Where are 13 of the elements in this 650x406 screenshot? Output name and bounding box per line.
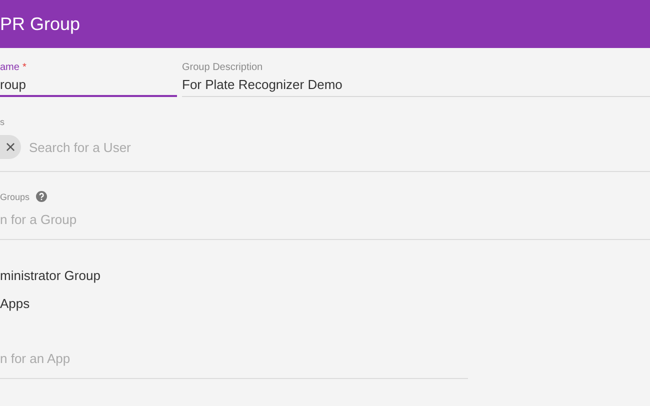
list-item[interactable]: ministrator Group bbox=[0, 268, 650, 283]
field-value: For Plate Recognizer Demo bbox=[182, 77, 344, 92]
description-field[interactable]: Group Description For Plate Recognizer Demo bbox=[182, 62, 650, 97]
list-item[interactable]: Apps bbox=[0, 296, 650, 311]
header-title: PR Group bbox=[0, 14, 80, 34]
field-label: Group Description bbox=[182, 62, 264, 73]
field-label: Groups bbox=[0, 192, 30, 202]
field-value: roup bbox=[0, 77, 28, 92]
field-label: s bbox=[0, 117, 6, 127]
name-field[interactable]: ame * roup bbox=[0, 62, 177, 97]
chip-remove-button[interactable]: × bbox=[0, 135, 21, 159]
help-icon[interactable] bbox=[36, 191, 47, 202]
field-label: ame * bbox=[0, 62, 28, 73]
